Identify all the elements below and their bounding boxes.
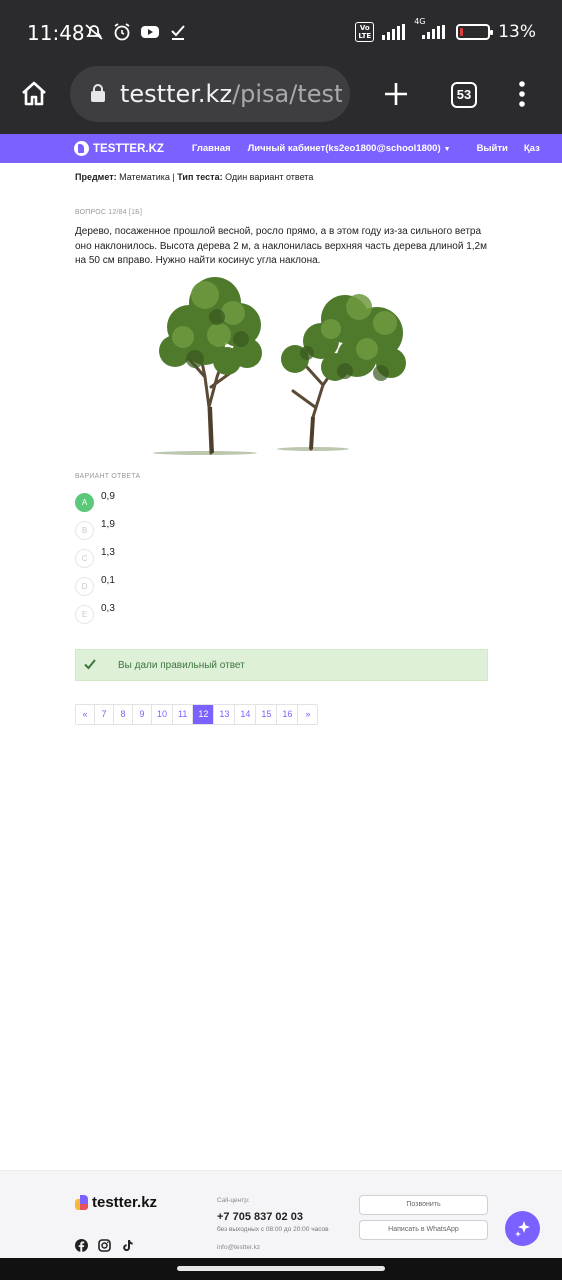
answer-option-e[interactable]: E 0,3 bbox=[75, 603, 275, 625]
option-letter-b: B bbox=[75, 521, 94, 540]
option-value: 0,9 bbox=[101, 491, 115, 502]
test-meta: Предмет: Математика | Тип теста: Один ва… bbox=[75, 172, 314, 182]
result-message: Вы дали правильный ответ bbox=[118, 660, 245, 671]
lock-icon bbox=[91, 84, 105, 102]
option-value: 1,3 bbox=[101, 547, 115, 558]
option-value: 1,9 bbox=[101, 519, 115, 530]
signal-icon bbox=[382, 24, 406, 40]
instagram-icon[interactable] bbox=[98, 1239, 111, 1252]
page-prev[interactable]: « bbox=[76, 705, 95, 724]
gesture-handle[interactable] bbox=[177, 1266, 385, 1271]
tiktok-icon[interactable] bbox=[121, 1239, 134, 1252]
tab-switcher-button[interactable]: 53 bbox=[451, 82, 477, 108]
page-12-current[interactable]: 12 bbox=[193, 705, 215, 724]
logo-icon bbox=[74, 141, 89, 156]
answer-option-b[interactable]: B 1,9 bbox=[75, 519, 275, 541]
page-15[interactable]: 15 bbox=[256, 705, 278, 724]
site-navbar: TESTTER.KZ Главная Личный кабинет(ks2eo1… bbox=[0, 134, 562, 163]
question-text: Дерево, посаженное прошлой весной, росло… bbox=[75, 226, 487, 266]
check-icon bbox=[84, 659, 96, 670]
answer-option-a[interactable]: A 0,9 bbox=[75, 491, 275, 513]
page-8[interactable]: 8 bbox=[114, 705, 133, 724]
page-11[interactable]: 11 bbox=[173, 705, 194, 724]
question-number: ВОПРОС 12/84 [1Б] bbox=[75, 209, 143, 216]
mute-icon bbox=[84, 22, 104, 42]
question-pagination: « 7 8 9 10 11 12 13 14 15 16 » bbox=[75, 704, 319, 725]
whatsapp-button[interactable]: Написать в WhatsApp bbox=[359, 1220, 488, 1240]
result-alert: Вы дали правильный ответ bbox=[75, 649, 488, 681]
download-check-icon bbox=[168, 22, 188, 42]
option-letter-a: A bbox=[75, 493, 94, 512]
system-nav-bar bbox=[0, 1258, 562, 1280]
alarm-icon bbox=[112, 22, 132, 42]
page-14[interactable]: 14 bbox=[235, 705, 257, 724]
social-links bbox=[75, 1239, 134, 1252]
footer-email[interactable]: info@testter.kz bbox=[217, 1244, 260, 1251]
more-vertical-icon bbox=[519, 81, 525, 107]
option-letter-e: E bbox=[75, 605, 94, 624]
new-tab-button[interactable] bbox=[382, 80, 410, 108]
page-16[interactable]: 16 bbox=[277, 705, 299, 724]
call-center-label: Call-центр: bbox=[217, 1197, 250, 1204]
status-time: 11:48 bbox=[27, 21, 85, 45]
nav-logout[interactable]: Выйти bbox=[477, 143, 508, 154]
home-icon bbox=[22, 81, 46, 106]
page-9[interactable]: 9 bbox=[133, 705, 152, 724]
sparkle-icon bbox=[515, 1221, 530, 1237]
footer-phone[interactable]: +7 705 837 02 03 bbox=[217, 1211, 303, 1223]
volte-icon: Vo LTE bbox=[355, 22, 375, 42]
browser-menu-button[interactable] bbox=[514, 80, 530, 108]
answer-options-label: ВАРИАНТ ОТВЕТА bbox=[75, 473, 141, 480]
answer-option-c[interactable]: C 1,3 bbox=[75, 547, 275, 569]
youtube-icon bbox=[140, 22, 160, 42]
home-button[interactable] bbox=[20, 80, 48, 108]
nav-language[interactable]: Қаз bbox=[524, 143, 540, 154]
option-value: 0,1 bbox=[101, 575, 115, 586]
footer-logo[interactable]: testter.kz bbox=[75, 1194, 157, 1211]
page-13[interactable]: 13 bbox=[214, 705, 236, 724]
url-bar[interactable]: testter.kz/pisa/test-re bbox=[70, 66, 350, 122]
question-image bbox=[153, 277, 406, 455]
option-letter-c: C bbox=[75, 549, 94, 568]
status-bar: 11:48 Vo LTE 4G 13% bbox=[0, 0, 562, 66]
nav-cabinet[interactable]: Личный кабинет(ks2eo1800@school1800) ▼ bbox=[248, 143, 451, 154]
url-text: testter.kz/pisa/test-re bbox=[120, 80, 342, 108]
site-logo[interactable]: TESTTER.KZ bbox=[74, 141, 164, 156]
page-next[interactable]: » bbox=[298, 705, 317, 724]
answer-option-d[interactable]: D 0,1 bbox=[75, 575, 275, 597]
plus-icon bbox=[385, 83, 407, 105]
logo-icon bbox=[75, 1195, 89, 1210]
option-value: 0,3 bbox=[101, 603, 115, 614]
caret-down-icon: ▼ bbox=[443, 146, 451, 153]
option-letter-d: D bbox=[75, 577, 94, 596]
page-10[interactable]: 10 bbox=[152, 705, 174, 724]
page-7[interactable]: 7 bbox=[95, 705, 114, 724]
browser-toolbar: testter.kz/pisa/test-re 53 bbox=[0, 66, 562, 134]
ai-assistant-button[interactable] bbox=[505, 1211, 540, 1246]
footer-hours: без выходных с 08:00 до 20:00 часов bbox=[217, 1226, 329, 1233]
call-button[interactable]: Позвонить bbox=[359, 1195, 488, 1215]
battery-percent: 13% bbox=[498, 22, 536, 42]
nav-home[interactable]: Главная bbox=[192, 143, 231, 154]
signal-4g-icon bbox=[422, 25, 446, 39]
battery-icon bbox=[456, 24, 494, 40]
facebook-icon[interactable] bbox=[75, 1239, 88, 1252]
site-footer: testter.kz Call-центр: +7 705 837 02 03 … bbox=[0, 1170, 562, 1260]
